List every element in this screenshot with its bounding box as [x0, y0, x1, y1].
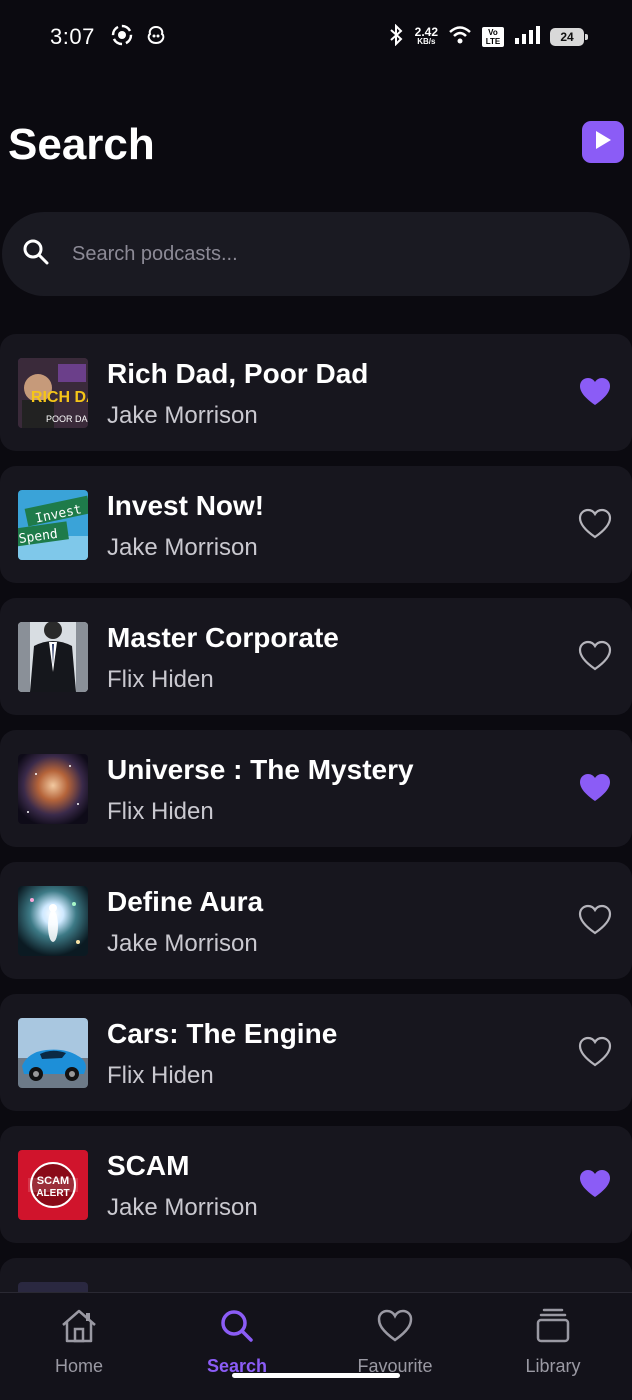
cover-text: RICH DAD: [31, 389, 88, 406]
heart-icon: [375, 1307, 415, 1350]
wifi-icon: [448, 25, 472, 50]
podcast-item[interactable]: Define Aura Jake Morrison: [0, 862, 632, 979]
bluetooth-icon: [387, 23, 405, 51]
podcast-title: Master Corporate: [107, 622, 339, 653]
nav-search[interactable]: Search: [158, 1293, 316, 1400]
cover-text: SCAM: [37, 1175, 69, 1187]
nav-favourite[interactable]: Favourite: [316, 1293, 474, 1400]
podcast-title: Define Aura: [107, 886, 264, 917]
search-input[interactable]: [72, 242, 592, 266]
podcast-item[interactable]: RICH DAD POOR DAD Rich Dad, Poor Dad Jak…: [0, 334, 632, 451]
favourite-heart-outline-icon[interactable]: [578, 1036, 612, 1068]
favourite-heart-icon[interactable]: [578, 772, 612, 804]
podcast-cover: [18, 622, 88, 692]
podcast-title: SCAM: [107, 1150, 190, 1181]
search-icon: [217, 1307, 257, 1350]
podcast-author: Flix Hiden: [107, 666, 214, 693]
record-icon: [111, 24, 133, 51]
podcast-author: Flix Hiden: [107, 798, 214, 825]
search-bar[interactable]: [2, 212, 630, 296]
search-icon: [22, 238, 50, 271]
podcast-cover: [18, 1018, 88, 1088]
cover-subtext: POOR DAD: [46, 414, 88, 424]
favourite-heart-icon[interactable]: [578, 376, 612, 408]
podcast-title: Rich Dad, Poor Dad: [107, 358, 369, 389]
podcast-author: Jake Morrison: [107, 1194, 258, 1221]
podcast-author: Jake Morrison: [107, 930, 258, 957]
podcast-item[interactable]: Invest Spend Invest Now! Jake Morrison: [0, 466, 632, 583]
podcast-author: Jake Morrison: [107, 534, 258, 561]
battery-indicator: 24: [550, 28, 588, 46]
notification-app-icon: [145, 24, 167, 51]
nav-label: Home: [54, 1356, 103, 1376]
podcast-title: Cars: The Engine: [107, 1018, 338, 1049]
podcast-cover: [18, 886, 88, 956]
podcast-author: Jake Morrison: [107, 402, 258, 429]
podcast-item[interactable]: SCAM ALERT SCAM Jake Morrison: [0, 1126, 632, 1243]
cover-subtext: ALERT: [36, 1188, 69, 1199]
nav-library[interactable]: Library: [474, 1293, 632, 1400]
library-icon: [533, 1307, 573, 1350]
home-indicator: [232, 1373, 400, 1378]
home-icon: [59, 1307, 99, 1350]
status-time: 3:07: [50, 24, 95, 49]
podcast-cover: [18, 754, 88, 824]
podcast-author: Flix Hiden: [107, 1062, 214, 1089]
nav-home[interactable]: Home: [0, 1293, 158, 1400]
podcast-item[interactable]: Cars: The Engine Flix Hiden: [0, 994, 632, 1111]
podcast-item[interactable]: Universe : The Mystery Flix Hiden: [0, 730, 632, 847]
play-button[interactable]: [582, 121, 624, 163]
favourite-heart-outline-icon[interactable]: [578, 508, 612, 540]
podcast-item[interactable]: Master Corporate Flix Hiden: [0, 598, 632, 715]
podcast-cover: SCAM ALERT: [18, 1150, 88, 1220]
favourite-heart-icon[interactable]: [578, 1168, 612, 1200]
podcast-title: Universe : The Mystery: [107, 754, 414, 785]
status-bar: 3:07 2.42 KB/s Vo LTE 24: [0, 0, 632, 74]
podcast-title: Invest Now!: [107, 490, 265, 521]
volte-badge: Vo LTE: [482, 27, 504, 47]
favourite-heart-outline-icon[interactable]: [578, 904, 612, 936]
page-title: Search: [8, 120, 155, 169]
nav-label: Library: [525, 1356, 581, 1376]
play-icon: [593, 129, 613, 156]
network-speed: 2.42 KB/s: [414, 25, 438, 46]
favourite-heart-outline-icon[interactable]: [578, 640, 612, 672]
podcast-cover: RICH DAD POOR DAD: [18, 358, 88, 428]
podcast-cover: Invest Spend: [18, 490, 88, 560]
bottom-nav: Home Search Favourite Library: [0, 1292, 632, 1400]
signal-icon: [514, 25, 540, 50]
